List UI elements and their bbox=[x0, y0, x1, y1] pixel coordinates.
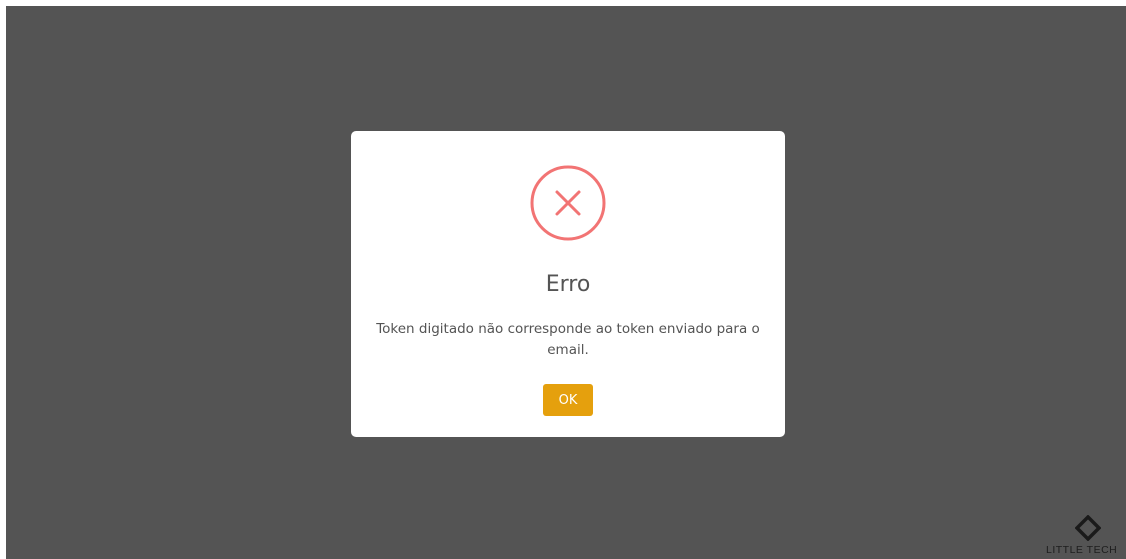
error-x-circle-icon bbox=[530, 165, 606, 241]
dialog-title: Erro bbox=[545, 272, 591, 297]
error-dialog: Erro Token digitado não corresponde ao t… bbox=[351, 131, 785, 437]
diamond-logo-icon bbox=[1075, 515, 1101, 541]
dialog-message: Token digitado não corresponde ao token … bbox=[376, 321, 760, 358]
ok-button[interactable]: OK bbox=[543, 384, 593, 416]
brand-logo: LITTLE TECH bbox=[1044, 513, 1126, 559]
brand-name: LITTLE TECH bbox=[1046, 544, 1118, 556]
